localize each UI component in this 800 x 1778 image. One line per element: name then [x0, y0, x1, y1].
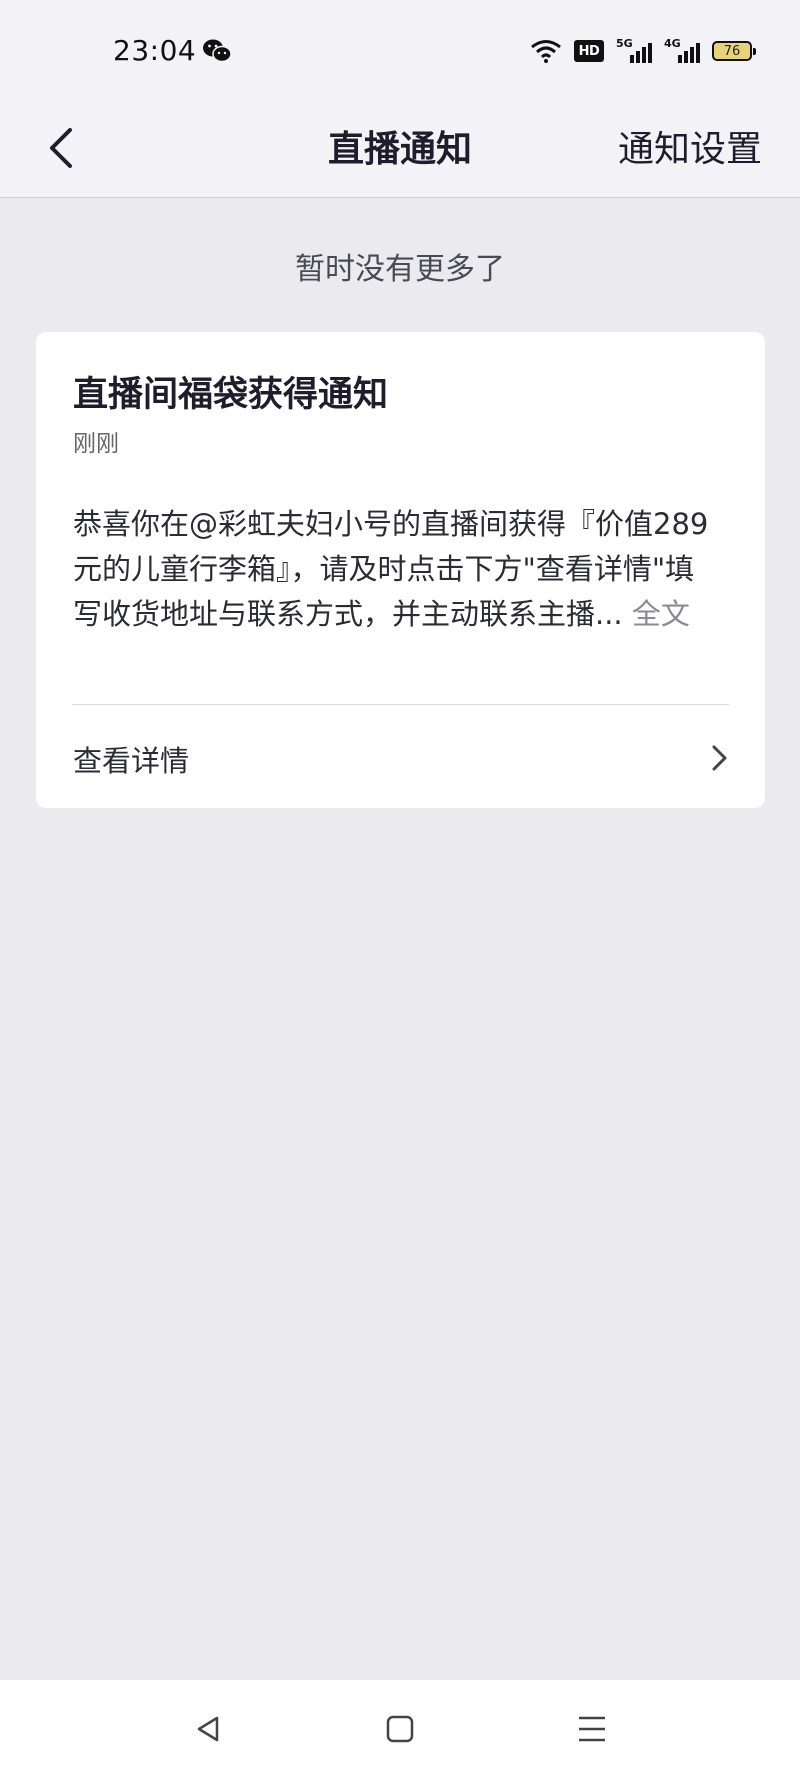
system-icons: HD 5G 4G 76	[530, 36, 756, 66]
status-bar: 23:04 HD 5G 4G 76	[0, 0, 800, 100]
no-more-hint: 暂时没有更多了	[295, 252, 505, 287]
notification-time: 刚刚	[73, 431, 119, 457]
wifi-icon	[531, 40, 561, 63]
signal-5g-icon: 5G	[616, 37, 652, 65]
system-back-button[interactable]	[183, 1704, 233, 1754]
notification-body-line: 写收货地址与联系方式，并主动联系主播... 全文	[73, 592, 733, 637]
notification-body: 恭喜你在@彩虹夫妇小号的直播间获得『价值289 元的儿童行李箱』，请及时点击下方…	[73, 502, 733, 637]
hd-icon: HD	[574, 40, 604, 62]
notification-body-line: 恭喜你在@彩虹夫妇小号的直播间获得『价值289	[73, 507, 709, 541]
back-triangle-icon	[197, 1716, 219, 1742]
chevron-right-icon	[712, 745, 727, 771]
battery-icon: 76	[712, 41, 756, 61]
system-menu-button[interactable]	[567, 1704, 617, 1754]
nav-bar: 直播通知 通知设置	[0, 100, 800, 198]
view-details-label: 查看详情	[73, 744, 190, 778]
view-details-row[interactable]: 查看详情	[36, 705, 765, 808]
status-time: 23:04	[113, 34, 197, 67]
system-navigation-bar	[0, 1680, 800, 1778]
notification-body-line-text: 写收货地址与联系方式，并主动联系主播...	[73, 597, 623, 631]
notification-card[interactable]: 直播间福袋获得通知 刚刚 恭喜你在@彩虹夫妇小号的直播间获得『价值289 元的儿…	[36, 332, 765, 808]
notification-settings-button[interactable]: 通知设置	[618, 120, 762, 172]
notification-body-line: 元的儿童行李箱』，请及时点击下方"查看详情"填	[73, 552, 695, 586]
menu-lines-icon	[579, 1716, 605, 1742]
full-text-link[interactable]: 全文	[632, 597, 690, 631]
notification-title: 直播间福袋获得通知	[73, 375, 389, 415]
home-square-icon	[386, 1715, 414, 1743]
wechat-icon	[203, 39, 232, 63]
system-home-button[interactable]	[375, 1704, 425, 1754]
signal-4g-icon: 4G	[664, 37, 700, 65]
